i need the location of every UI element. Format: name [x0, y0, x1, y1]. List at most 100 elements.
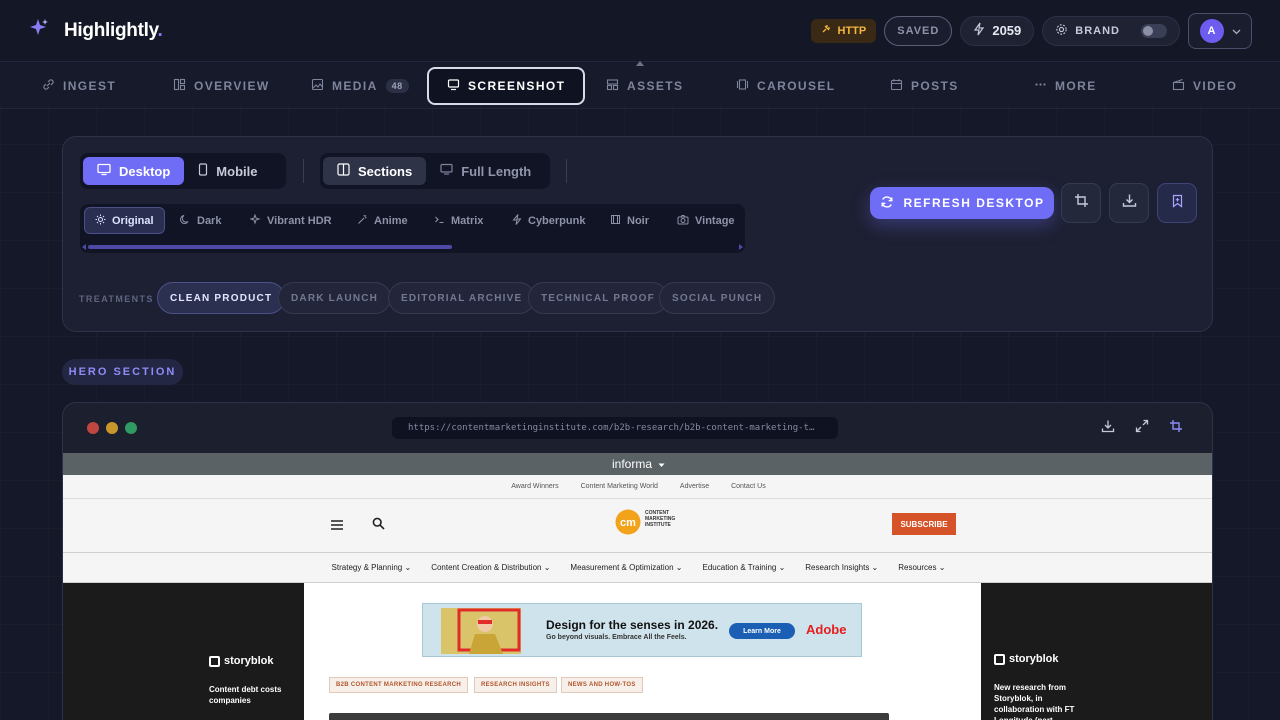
camera-icon [677, 214, 689, 228]
mode-full-length-label: Full Length [461, 163, 532, 179]
mode-full-length-button[interactable]: Full Length [426, 157, 545, 185]
cmi-logo: cm [614, 508, 642, 541]
filter-label: Noir [627, 214, 649, 227]
save-to-library-button[interactable] [1157, 183, 1197, 223]
treatment-social-punch[interactable]: SOCIAL PUNCH [659, 282, 776, 314]
site-masthead: cm CONTENT MARKETING INSTITUTE SUBSCRIBE [63, 499, 1212, 553]
refresh-desktop-button[interactable]: REFRESH DESKTOP [870, 187, 1054, 219]
section-label-text: HERO SECTION [68, 366, 177, 378]
ad-brand: Adobe [806, 622, 847, 637]
credits-counter[interactable]: 2059 [960, 15, 1035, 46]
filter-noir[interactable]: Noir [600, 207, 659, 234]
app-name: Highlightly. [64, 19, 163, 41]
screenshot-controls-card: Desktop Mobile Sections Full Length Orig… [62, 136, 1213, 332]
device-desktop-button[interactable]: Desktop [83, 157, 185, 185]
filter-strip: Original Dark Vibrant HDR Anime Matrix C… [80, 204, 745, 253]
saved-label: SAVED [897, 24, 940, 37]
treatment-dark-launch[interactable]: DARK LAUNCH [278, 282, 392, 314]
filter-label: Dark [197, 214, 222, 227]
avatar: A [1199, 18, 1224, 43]
tab-overview[interactable]: OVERVIEW [173, 67, 270, 105]
filter-dark[interactable]: Dark [170, 207, 231, 234]
article-tag: B2B CONTENT MARKETING RESEARCH [329, 677, 469, 693]
tab-ingest[interactable]: INGEST [42, 67, 116, 105]
download-icon[interactable] [1101, 419, 1115, 438]
layout-icon [173, 78, 186, 94]
filter-original[interactable]: Original [84, 207, 165, 234]
storyblok-logo: storyblok [209, 655, 274, 667]
film-icon [610, 214, 621, 228]
tab-assets[interactable]: ASSETS [606, 67, 683, 105]
expand-icon[interactable] [1135, 419, 1149, 438]
cmi-logo-text: CONTENT MARKETING INSTITUTE [645, 510, 676, 528]
treatment-label: DARK LAUNCH [291, 292, 379, 304]
left-ad-text: Content debt costs companies [209, 685, 282, 705]
link-icon [42, 78, 55, 94]
saved-status-button[interactable]: SAVED [884, 15, 953, 46]
filter-anime[interactable]: Anime [347, 207, 418, 234]
site-nav-item: Strategy & Planning [332, 563, 412, 572]
tab-video[interactable]: VIDEO [1172, 67, 1237, 105]
mode-sections-button[interactable]: Sections [323, 157, 427, 185]
scroll-right-arrow[interactable] [739, 244, 743, 250]
tab-label: SCREENSHOT [468, 79, 566, 93]
filter-matrix[interactable]: Matrix [424, 207, 493, 234]
storyblok-icon [994, 653, 1005, 665]
columns-icon [337, 163, 350, 179]
tab-posts[interactable]: POSTS [890, 67, 959, 105]
filter-scrollbar[interactable] [88, 245, 738, 249]
scroll-left-arrow[interactable] [82, 244, 86, 250]
wand-icon [357, 214, 368, 228]
site-main-nav: Strategy & Planning Content Creation & D… [63, 553, 1212, 583]
treatment-technical-proof[interactable]: TECHNICAL PROOF [528, 282, 668, 314]
tab-carousel[interactable]: CAROUSEL [736, 67, 836, 105]
treatment-clean-product[interactable]: CLEAN PRODUCT [157, 282, 286, 314]
credits-value: 2059 [992, 23, 1022, 38]
tab-label: POSTS [911, 79, 959, 93]
app-logo[interactable]: Highlightly. [28, 17, 163, 44]
tab-more[interactable]: MORE [1034, 67, 1097, 105]
filter-scrollbar-thumb[interactable] [88, 245, 452, 249]
tab-label: CAROUSEL [757, 79, 836, 93]
tab-screenshot[interactable]: SCREENSHOT [427, 67, 586, 105]
tab-media[interactable]: MEDIA 48 [311, 67, 409, 105]
tab-label: VIDEO [1193, 79, 1238, 93]
device-mobile-button[interactable]: Mobile [184, 157, 271, 185]
ad-title: Design for the senses in 2026. [546, 618, 719, 632]
util-link: Contact Us [731, 483, 766, 490]
http-status-badge[interactable]: HTTP [810, 18, 877, 43]
treatment-label: SOCIAL PUNCH [672, 292, 763, 304]
site-nav-item: Research Insights [805, 563, 878, 572]
filter-vibrant-hdr[interactable]: Vibrant HDR [240, 207, 342, 234]
monitor-icon [447, 78, 460, 94]
window-controls [87, 422, 137, 434]
crop-icon[interactable] [1169, 419, 1183, 438]
sun-icon [95, 214, 106, 228]
hamburger-icon [330, 518, 344, 536]
storyblok-icon [209, 655, 220, 667]
filter-cyberpunk[interactable]: Cyberpunk [502, 207, 595, 234]
top-bar: Highlightly. HTTP SAVED 2059 BRAND A [0, 0, 1280, 62]
device-desktop-label: Desktop [119, 163, 171, 179]
brand-switch[interactable] [1141, 23, 1167, 38]
svg-text:cm: cm [620, 517, 636, 529]
download-button[interactable] [1109, 183, 1149, 223]
url-text: https://contentmarketinginstitute.com/b2… [408, 423, 815, 433]
refresh-label: REFRESH DESKTOP [903, 196, 1045, 210]
filter-label: Anime [374, 214, 408, 227]
tab-label: INGEST [63, 79, 117, 93]
lightning-icon [512, 213, 522, 228]
moon-icon [180, 214, 191, 228]
article-headline-partial [329, 713, 889, 720]
crop-button[interactable] [1061, 183, 1101, 223]
treatment-editorial-archive[interactable]: EDITORIAL ARCHIVE [388, 282, 536, 314]
brand-toggle[interactable]: BRAND [1042, 15, 1180, 46]
tab-label: OVERVIEW [194, 79, 270, 93]
account-menu-button[interactable]: A [1188, 12, 1252, 49]
main-tabs: INGEST OVERVIEW MEDIA 48 SCREENSHOT ASSE… [0, 61, 1280, 109]
filter-vintage[interactable]: Vintage [667, 207, 745, 234]
treatment-label: EDITORIAL ARCHIVE [401, 292, 523, 304]
util-link: Award Winners [511, 483, 559, 490]
right-side-ad: storyblok New research from Storyblok, i… [981, 583, 1212, 720]
chevron-down-icon [1232, 22, 1241, 40]
